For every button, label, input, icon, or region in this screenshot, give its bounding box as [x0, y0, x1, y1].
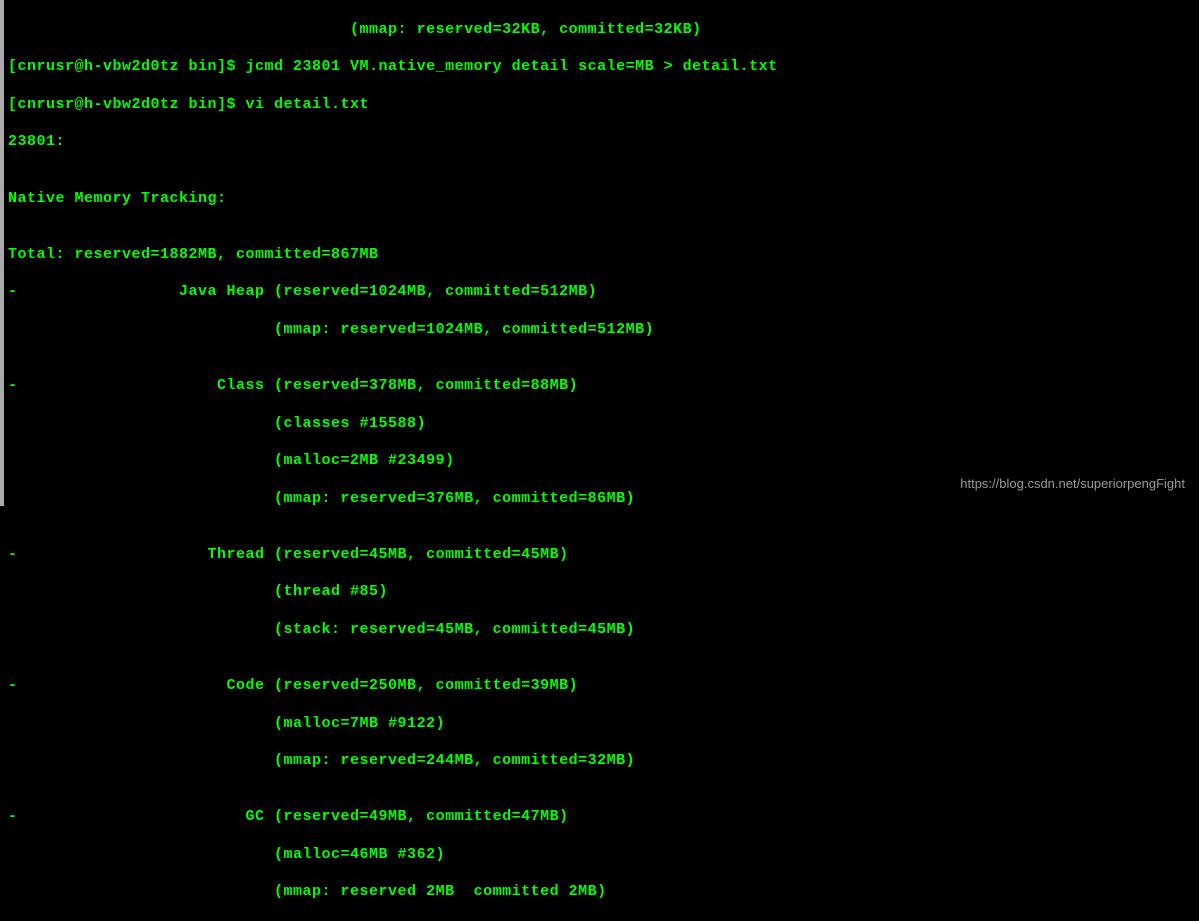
- output-line: (classes #15588): [8, 415, 1195, 434]
- output-line: (stack: reserved=45MB, committed=45MB): [8, 621, 1195, 640]
- output-line: (mmap: reserved=1024MB, committed=512MB): [8, 321, 1195, 340]
- command-line: [cnrusr@h-vbw2d0tz bin]$ vi detail.txt: [8, 96, 1195, 115]
- output-line: (malloc=46MB #362): [8, 846, 1195, 865]
- output-line: 23801:: [8, 133, 1195, 152]
- command-line: [cnrusr@h-vbw2d0tz bin]$ jcmd 23801 VM.n…: [8, 58, 1195, 77]
- output-line: (malloc=2MB #23499): [8, 452, 1195, 471]
- output-line: (mmap: reserved 2MB committed 2MB): [8, 883, 1195, 902]
- output-line: - Thread (reserved=45MB, committed=45MB): [8, 546, 1195, 565]
- output-line: - Java Heap (reserved=1024MB, committed=…: [8, 283, 1195, 302]
- output-line: - Code (reserved=250MB, committed=39MB): [8, 677, 1195, 696]
- output-line: - Class (reserved=378MB, committed=88MB): [8, 377, 1195, 396]
- watermark-text: https://blog.csdn.net/superiorpengFight: [960, 476, 1185, 492]
- output-line: (mmap: reserved=32KB, committed=32KB): [8, 21, 1195, 40]
- output-line: (thread #85): [8, 583, 1195, 602]
- output-line: Total: reserved=1882MB, committed=867MB: [8, 246, 1195, 265]
- output-line: - GC (reserved=49MB, committed=47MB): [8, 808, 1195, 827]
- output-line: Native Memory Tracking:: [8, 190, 1195, 209]
- output-line: (malloc=7MB #9122): [8, 715, 1195, 734]
- terminal-output[interactable]: (mmap: reserved=32KB, committed=32KB) [c…: [0, 0, 1199, 506]
- output-line: (mmap: reserved=376MB, committed=86MB): [8, 490, 1195, 509]
- output-line: (mmap: reserved=244MB, committed=32MB): [8, 752, 1195, 771]
